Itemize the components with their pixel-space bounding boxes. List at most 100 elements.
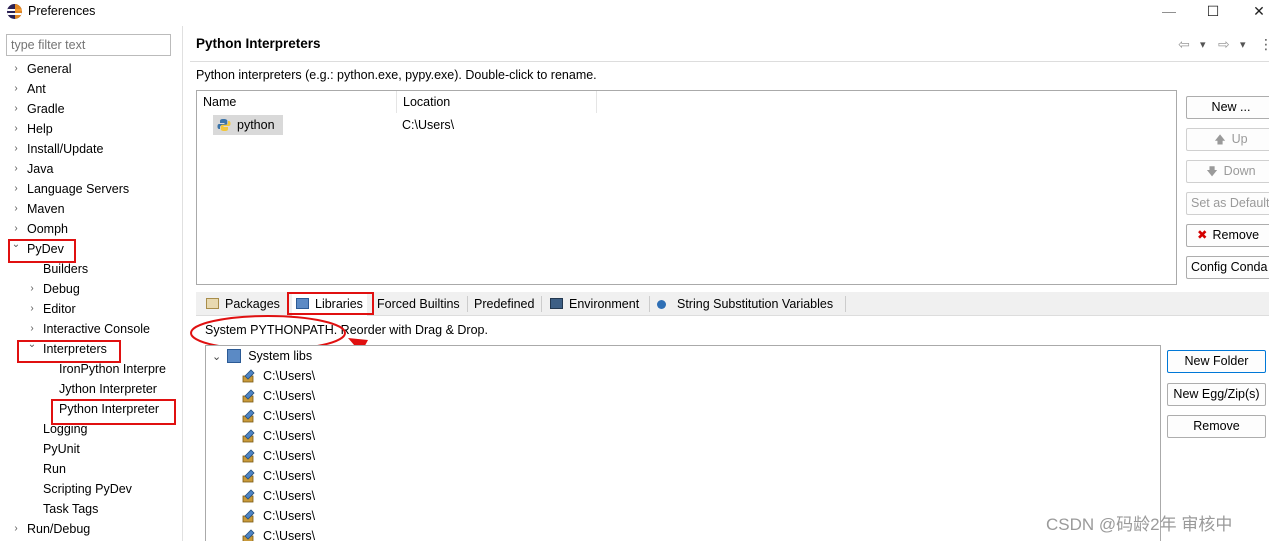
sidebar-item[interactable]: › Java: [0, 160, 182, 178]
interpreters-table[interactable]: Name Location python C:\Users\: [196, 90, 1177, 285]
jar-icon: [242, 369, 256, 383]
sidebar-item[interactable]: › Editor: [0, 300, 182, 318]
interpreters-description: Python interpreters (e.g.: python.exe, p…: [196, 68, 597, 82]
library-entry[interactable]: C:\Users\: [242, 386, 315, 406]
down-button[interactable]: 🡇 Down: [1186, 160, 1269, 183]
column-header-location[interactable]: Location: [397, 91, 597, 113]
chevron-right-icon[interactable]: [43, 380, 53, 398]
tab-predefined[interactable]: Predefined: [474, 292, 534, 316]
tab-packages[interactable]: Packages: [206, 292, 280, 316]
tab-separator: [541, 296, 542, 312]
jar-icon: [242, 389, 256, 403]
chevron-right-icon[interactable]: ›: [11, 60, 21, 78]
sidebar-item[interactable]: › Oomph: [0, 220, 182, 238]
sidebar-item[interactable]: › Ant: [0, 80, 182, 98]
set-as-default-button[interactable]: Set as Default: [1186, 192, 1269, 215]
up-button-label: Up: [1231, 132, 1248, 146]
filter-input[interactable]: [6, 34, 171, 56]
back-icon[interactable]: ⇦: [1178, 36, 1190, 53]
library-entry[interactable]: C:\Users\: [242, 466, 315, 486]
sidebar-item[interactable]: › Run/Debug: [0, 520, 182, 538]
remove-library-button[interactable]: Remove: [1167, 415, 1266, 438]
chevron-right-icon[interactable]: ›: [11, 200, 21, 218]
chevron-right-icon[interactable]: [27, 480, 37, 498]
forward-icon[interactable]: ⇨: [1218, 36, 1230, 53]
libraries-tree[interactable]: ⌄ System libs C:\Users\ C:\Users\ C:\Users\…: [205, 345, 1161, 541]
remove-icon: ✖: [1197, 228, 1208, 242]
new-interpreter-button[interactable]: New ...: [1186, 96, 1269, 119]
jar-icon: [242, 489, 256, 503]
maximize-button[interactable]: ☐: [1203, 2, 1223, 20]
chevron-right-icon[interactable]: ›: [27, 300, 37, 318]
sidebar-item[interactable]: PyUnit: [0, 440, 182, 458]
sidebar-item-label: Install/Update: [27, 142, 104, 156]
new-folder-button[interactable]: New Folder: [1167, 350, 1266, 373]
chevron-right-icon[interactable]: ›: [11, 160, 21, 178]
chevron-right-icon[interactable]: ›: [27, 280, 37, 298]
chevron-right-icon[interactable]: ›: [11, 100, 21, 118]
library-entry-path: C:\Users\: [263, 489, 316, 503]
window-title: Preferences: [28, 4, 96, 18]
sidebar-item[interactable]: › Debug: [0, 280, 182, 298]
sidebar-item[interactable]: › Language Servers: [0, 180, 182, 198]
close-button[interactable]: ✕: [1249, 2, 1269, 20]
config-conda-button[interactable]: Config Conda: [1186, 256, 1269, 279]
sidebar-item[interactable]: › General: [0, 60, 182, 78]
library-entry-path: C:\Users\: [263, 529, 316, 541]
chevron-right-icon[interactable]: [27, 440, 37, 458]
sidebar-item[interactable]: Task Tags: [0, 500, 182, 518]
tab-forced-builtins[interactable]: Forced Builtins: [377, 292, 460, 316]
tab-separator: [649, 296, 650, 312]
down-arrow-icon: 🡇: [1206, 166, 1218, 178]
column-header-name[interactable]: Name: [197, 91, 397, 113]
chevron-right-icon[interactable]: ›: [11, 120, 21, 138]
library-entry[interactable]: C:\Users\: [242, 526, 315, 541]
tab-string-substitution-label: String Substitution Variables: [677, 297, 834, 311]
library-entry[interactable]: C:\Users\: [242, 506, 315, 526]
sash-divider[interactable]: [182, 26, 183, 541]
tab-string-substitution[interactable]: String Substitution Variables: [657, 292, 833, 316]
forward-menu-icon[interactable]: ▾: [1240, 38, 1246, 51]
minimize-button[interactable]: —: [1159, 2, 1179, 20]
library-entry[interactable]: C:\Users\: [242, 446, 315, 466]
sidebar-item[interactable]: Jython Interpreter: [0, 380, 182, 398]
system-libs-label: System libs: [248, 349, 313, 363]
sidebar-item[interactable]: › Help: [0, 120, 182, 138]
tab-packages-label: Packages: [225, 297, 280, 311]
library-entry[interactable]: C:\Users\: [242, 426, 315, 446]
chevron-right-icon[interactable]: ›: [11, 140, 21, 158]
library-entry-path: C:\Users\: [263, 509, 316, 523]
environment-icon: [550, 298, 563, 309]
sidebar-item[interactable]: › Install/Update: [0, 140, 182, 158]
sidebar-item-label: Gradle: [27, 102, 65, 116]
chevron-right-icon[interactable]: ›: [11, 80, 21, 98]
tab-environment[interactable]: Environment: [550, 292, 639, 316]
title-bar: Preferences — ☐ ✕: [0, 0, 1269, 24]
library-entry[interactable]: C:\Users\: [242, 406, 315, 426]
up-button[interactable]: 🡅 Up: [1186, 128, 1269, 151]
sidebar-item-label: Oomph: [27, 222, 68, 236]
chevron-right-icon[interactable]: ›: [11, 180, 21, 198]
sidebar-item-label: Language Servers: [27, 182, 130, 196]
sidebar-item-label: Scripting PyDev: [43, 482, 132, 496]
table-row[interactable]: python: [213, 115, 283, 135]
sidebar-item-label: Debug: [43, 282, 80, 296]
chevron-right-icon[interactable]: ›: [11, 520, 21, 538]
library-entry[interactable]: C:\Users\: [242, 366, 315, 386]
sidebar-item[interactable]: › Maven: [0, 200, 182, 218]
library-entry[interactable]: C:\Users\: [242, 486, 315, 506]
back-menu-icon[interactable]: ▾: [1200, 38, 1206, 51]
chevron-right-icon[interactable]: [27, 460, 37, 478]
chevron-right-icon[interactable]: [27, 500, 37, 518]
sidebar-item[interactable]: Run: [0, 460, 182, 478]
new-egg-zip-button[interactable]: New Egg/Zip(s): [1167, 383, 1266, 406]
more-icon[interactable]: ⋮: [1259, 36, 1269, 53]
library-entry-path: C:\Users\: [263, 409, 316, 423]
system-libs-node[interactable]: ⌄ System libs: [212, 346, 312, 366]
remove-interpreter-button[interactable]: ✖ Remove: [1186, 224, 1269, 247]
variables-icon: [657, 300, 666, 309]
chevron-right-icon[interactable]: [27, 420, 37, 438]
sidebar-item[interactable]: Scripting PyDev: [0, 480, 182, 498]
sidebar-item[interactable]: › Gradle: [0, 100, 182, 118]
sidebar-item-label: Java: [27, 162, 54, 176]
